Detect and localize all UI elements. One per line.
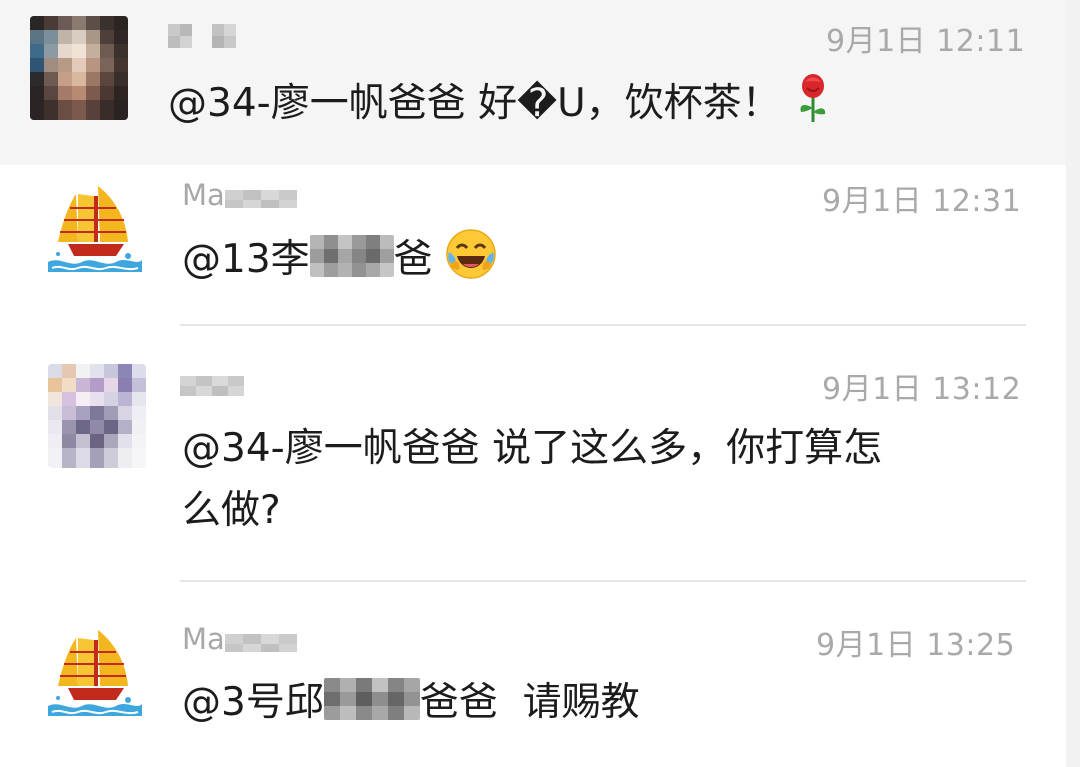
- comment-timestamp: 9月1日 13:25: [816, 628, 1016, 663]
- author-name-blurred[interactable]: [180, 366, 244, 400]
- rose-icon: [793, 72, 833, 143]
- author-name-blurred[interactable]: [168, 18, 248, 52]
- comment-text: @3号邱 爸爸 请赐教: [182, 672, 640, 734]
- author-name[interactable]: Ma: [182, 178, 315, 212]
- mention-link[interactable]: @13李 爸: [182, 235, 433, 282]
- comment-text: @34-廖一帆爸爸 好�U，饮杯茶！: [168, 72, 833, 143]
- comment-text: @34-廖一帆爸爸 说了这么多，你打算怎 么做?: [182, 418, 882, 542]
- message-body-line1: 说了这么多，你打算怎: [479, 426, 883, 471]
- comment-divider: [180, 324, 1026, 326]
- scroll-edge: [1066, 0, 1080, 767]
- message-body-line2: 么做?: [182, 488, 281, 533]
- mention-link[interactable]: @34-廖一帆爸爸: [168, 81, 466, 126]
- author-name[interactable]: Ma: [182, 622, 315, 656]
- message-body: 好�U，饮杯茶！: [465, 81, 781, 126]
- avatar[interactable]: [30, 16, 128, 120]
- blurred-name: [323, 678, 420, 720]
- message-body: 请赐教: [497, 680, 640, 725]
- laughing-tears-emoji: [445, 228, 497, 299]
- comment-timestamp: 9月1日 12:11: [826, 24, 1026, 59]
- avatar-junk-boat[interactable]: [46, 176, 144, 280]
- name-mosaic: [168, 24, 236, 48]
- comment-text: @13李 爸: [182, 228, 497, 299]
- avatar[interactable]: [48, 364, 146, 468]
- avatar-junk-boat[interactable]: [46, 620, 144, 724]
- comment-divider: [180, 580, 1026, 582]
- name-mosaic: [224, 190, 297, 208]
- comment-timestamp: 9月1日 12:31: [822, 184, 1022, 219]
- name-mosaic: [180, 376, 244, 396]
- comment-timestamp: 9月1日 13:12: [822, 372, 1022, 407]
- blurred-name: [309, 235, 394, 277]
- mention-link[interactable]: @3号邱 爸爸: [182, 678, 498, 725]
- name-mosaic: [224, 634, 297, 652]
- mention-link[interactable]: @34-廖一帆爸爸: [182, 426, 480, 471]
